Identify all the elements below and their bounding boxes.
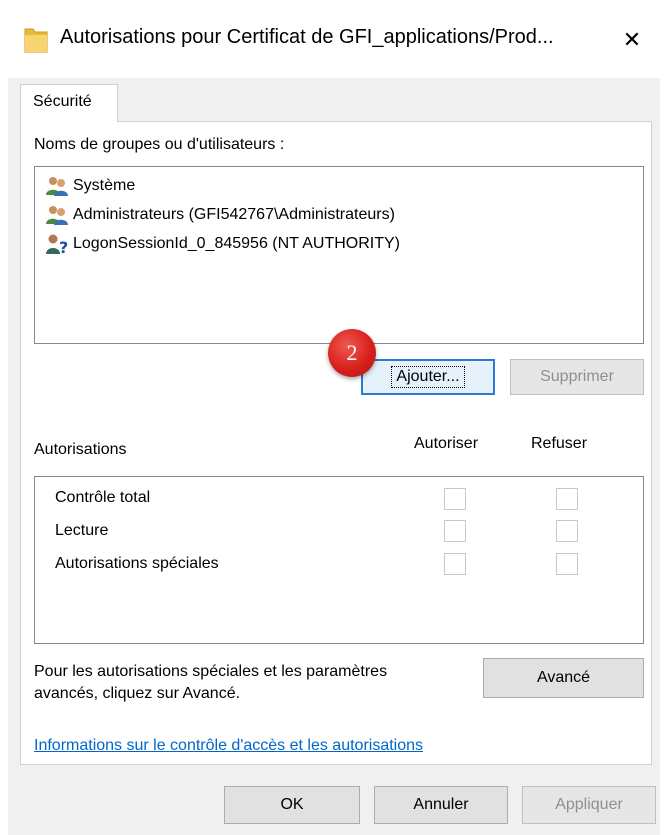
add-button[interactable]: Ajouter... — [361, 359, 495, 395]
permission-label: Contrôle total — [55, 489, 151, 506]
list-item[interactable]: Administrateurs (GFI542767\Administrateu… — [45, 203, 395, 227]
deny-checkbox[interactable] — [556, 520, 578, 542]
cancel-button[interactable]: Annuler — [374, 786, 508, 824]
ok-button[interactable]: OK — [224, 786, 360, 824]
tab-security[interactable]: Sécurité — [20, 84, 118, 122]
advanced-button-label: Avancé — [536, 669, 591, 686]
advanced-button[interactable]: Avancé — [483, 658, 644, 698]
allow-checkbox[interactable] — [444, 488, 466, 510]
permissions-list: Contrôle total Lecture Autorisations spé… — [34, 476, 644, 644]
remove-button[interactable]: Supprimer — [510, 359, 644, 395]
window-title: Autorisations pour Certificat de GFI_app… — [60, 26, 554, 48]
deny-checkbox[interactable] — [556, 553, 578, 575]
allow-checkbox[interactable] — [444, 520, 466, 542]
add-button-label: Ajouter... — [391, 366, 465, 388]
apply-button[interactable]: Appliquer — [522, 786, 656, 824]
allow-column-header: Autoriser — [414, 435, 479, 452]
permission-label: Lecture — [55, 522, 109, 539]
remove-button-label: Supprimer — [540, 368, 614, 385]
group-icon — [45, 175, 69, 197]
deny-checkbox[interactable] — [556, 488, 578, 510]
permissions-label: Autorisations — [34, 441, 127, 458]
title-bar: Autorisations pour Certificat de GFI_app… — [0, 0, 666, 78]
folder-icon — [24, 26, 48, 54]
advanced-text-line2: avancés, cliquez sur Avancé. — [34, 685, 241, 702]
list-item[interactable]: Système — [45, 174, 135, 198]
ok-button-label: OK — [280, 796, 304, 813]
unknown-user-icon: ? — [45, 233, 69, 257]
allow-checkbox[interactable] — [444, 553, 466, 575]
user-label: LogonSessionId_0_845956 (NT AUTHORITY) — [73, 235, 400, 252]
deny-column-header: Refuser — [531, 435, 588, 452]
close-button[interactable]: ✕ — [612, 20, 652, 60]
step-badge: 2 — [328, 329, 376, 377]
users-label: Noms de groupes ou d'utilisateurs : — [34, 136, 285, 153]
permission-label: Autorisations spéciales — [55, 555, 219, 572]
svg-text:?: ? — [59, 238, 68, 255]
apply-button-label: Appliquer — [555, 796, 623, 813]
close-icon: ✕ — [622, 27, 642, 53]
help-link[interactable]: Informations sur le contrôle d'accès et … — [34, 737, 423, 755]
user-label: Administrateurs (GFI542767\Administrateu… — [73, 206, 395, 223]
group-icon — [45, 204, 69, 226]
cancel-button-label: Annuler — [413, 796, 469, 813]
advanced-text-line1: Pour les autorisations spéciales et les … — [34, 663, 388, 680]
list-item[interactable]: ? LogonSessionId_0_845956 (NT AUTHORITY) — [45, 232, 400, 257]
users-list[interactable]: Système Administrateurs (GFI542767\Admin… — [34, 166, 644, 344]
user-label: Système — [73, 177, 136, 194]
tab-label: Sécurité — [33, 93, 92, 110]
